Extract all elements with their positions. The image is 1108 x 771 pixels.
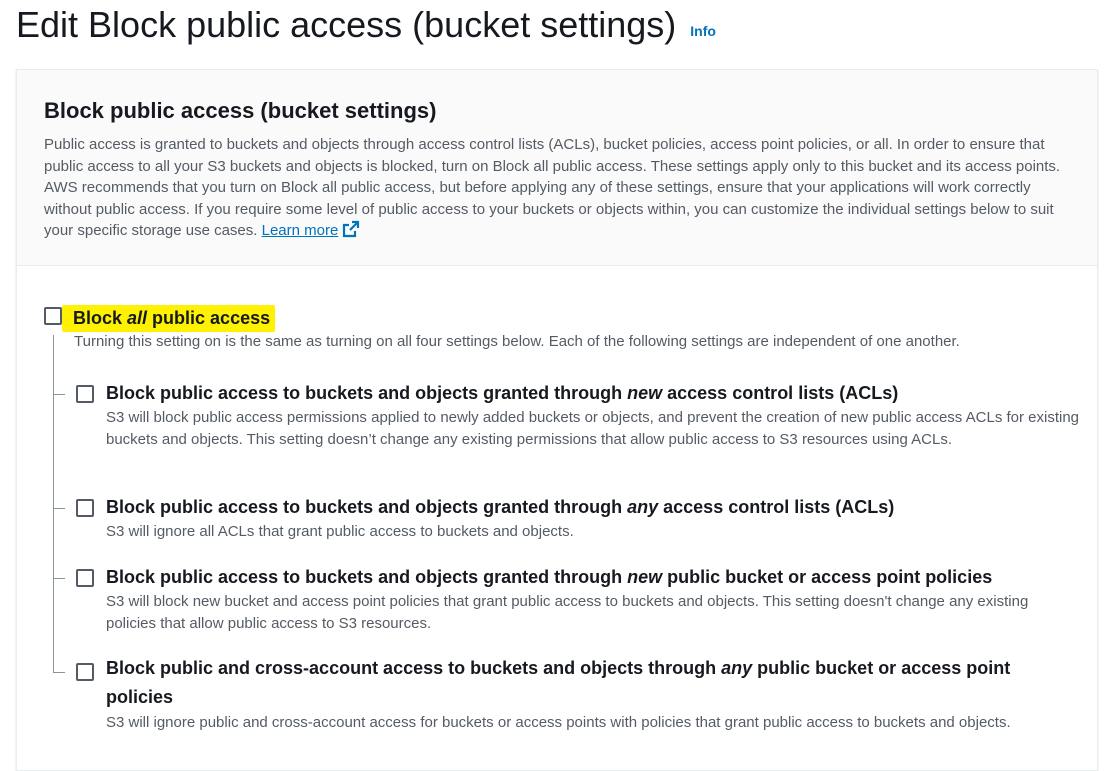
block-any-acls-label[interactable]: Block public access to buckets and objec… <box>106 493 1081 522</box>
block-new-policies-description: S3 will block new bucket and access poin… <box>106 593 1029 632</box>
block-new-acls-checkbox[interactable] <box>76 385 94 403</box>
option-label-emphasis: any <box>627 497 659 517</box>
option-label-emphasis: any <box>721 658 753 678</box>
option-label-suffix: public bucket or access point policies <box>662 567 993 587</box>
option-label-prefix: Block public access to buckets and objec… <box>106 567 628 587</box>
block-any-policies-checkbox[interactable] <box>76 663 94 681</box>
panel-header: Block public access (bucket settings) Pu… <box>17 70 1097 266</box>
tree-branch <box>53 578 65 579</box>
external-link-icon <box>342 220 360 245</box>
tree-branch <box>53 394 65 395</box>
block-all-description: Turning this setting on is the same as t… <box>74 333 960 350</box>
block-new-policies-label[interactable]: Block public access to buckets and objec… <box>106 563 1081 592</box>
block-any-policies-description: S3 will ignore public and cross-account … <box>106 714 1011 731</box>
block-all-label[interactable]: Block all public access <box>62 305 276 332</box>
option-label-prefix: Block public and cross-account access to… <box>106 658 722 678</box>
info-link[interactable]: Info <box>690 23 716 39</box>
option-label-suffix: access control lists (ACLs) <box>662 383 899 403</box>
option-label-emphasis: new <box>627 383 663 403</box>
learn-more-label: Learn more <box>261 222 339 240</box>
block-new-acls-label[interactable]: Block public access to buckets and objec… <box>106 379 1081 408</box>
tree-connector <box>53 335 54 673</box>
option-label-suffix: access control lists (ACLs) <box>658 497 895 517</box>
option-label-prefix: Block public access to buckets and objec… <box>106 497 628 517</box>
option-label-prefix: Block public access to buckets and objec… <box>106 383 628 403</box>
page-header: Edit Block public access (bucket setting… <box>16 0 716 50</box>
block-new-acls-description: S3 will block public access permissions … <box>106 409 1080 448</box>
learn-more-link[interactable]: Learn more <box>261 221 361 240</box>
panel-title: Block public access (bucket settings) <box>44 98 437 123</box>
panel-description: Public access is granted to buckets and … <box>44 134 1070 245</box>
panel-description-text: Public access is granted to buckets and … <box>44 136 1061 240</box>
block-all-label-prefix: Block <box>73 308 128 328</box>
block-new-policies-checkbox[interactable] <box>76 569 94 587</box>
option-label-emphasis: new <box>627 567 663 587</box>
tree-branch <box>53 508 65 509</box>
page-title: Edit Block public access (bucket setting… <box>16 4 677 45</box>
block-all-label-suffix: public access <box>147 308 271 328</box>
block-all-checkbox[interactable] <box>44 307 62 325</box>
block-any-policies-label[interactable]: Block public and cross-account access to… <box>106 654 1081 712</box>
block-public-access-panel: Block public access (bucket settings) Pu… <box>16 69 1098 771</box>
block-any-acls-checkbox[interactable] <box>76 499 94 517</box>
block-all-label-emphasis: all <box>127 308 148 328</box>
block-any-acls-description: S3 will ignore all ACLs that grant publi… <box>106 523 574 540</box>
tree-branch <box>53 672 65 673</box>
